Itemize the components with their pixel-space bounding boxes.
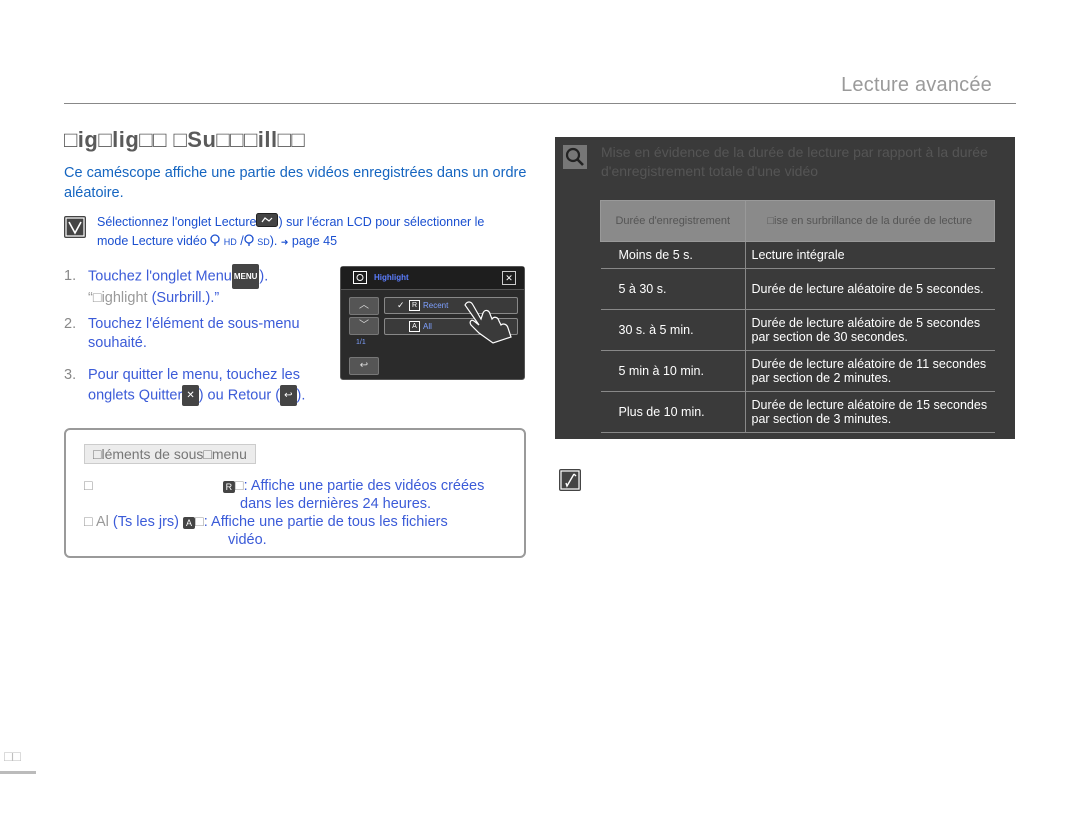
lcd-item-recent-label: Recent [423,301,449,310]
info-panel: Mise en évidence de la durée de lecture … [555,137,1015,439]
submenu-item-all-desc2: vidéo. [228,532,267,548]
step-2-line2: souhaité. [88,335,147,351]
page-header-title: Lecture avancée [841,74,992,96]
note-line2-b: ). [269,234,278,249]
check-icon: ✓ [397,300,405,310]
lcd-up-button[interactable]: ︿ [349,297,379,315]
step-3-line2-a: onglets Quitter [88,387,183,404]
separator: □ [234,478,244,494]
section-intro: Ce caméscope affiche une partie des vidé… [64,165,527,201]
page-number-bar [0,771,36,774]
step-1-highlight-label: “□ighlight [88,290,148,306]
magnifier-icon [563,145,587,169]
all-badge-icon: A [409,321,420,332]
lcd-page-indicator: 1/1 [356,339,366,346]
header-divider [64,103,1016,104]
memo-pen-icon [559,469,581,491]
table-header-highlight: □ise en surbrillance de la durée de lect… [744,200,995,242]
submenu-item-recent: □ R □: Affiche une partie des vidéos créé… [84,477,484,513]
note-line1-b: ) sur l'écran LCD pour sélectionner le [278,215,485,229]
step-2-text: Touchez l'élément de sous-menu [88,316,300,332]
step-3-text: Pour quitter le menu, touchez les [88,367,300,383]
table-row: Plus de 10 min. Durée de lecture aléatoi… [600,391,995,433]
play-mode-icon [353,271,367,289]
submenu-item-all-label: (Ts les jrs) [112,514,179,530]
table-cell: Durée de lecture aléatoire de 5 secondes… [745,309,995,351]
all-badge-icon: A [183,517,196,529]
exit-icon: ✕ [182,385,199,406]
section-title: □ig□lig□□ □Su□□□ill□□ [64,127,306,152]
table-cell: Plus de 10 min. [600,391,746,433]
hd-label: HD [223,237,237,248]
step-3-line2-b: ) ou Retour ( [198,387,281,404]
step-1-text-b: ). [259,268,269,285]
lcd-screen-illustration: Highlight ✕ ︿ ﹀ 1/1 ↩ ✓ R Recent A All [340,266,525,380]
step-number: 2. [64,316,77,332]
menu-button-icon: MENU [231,264,260,289]
sd-label: SD [257,237,270,248]
submenu-item-all-desc: : Affiche une partie de tous les fichier… [203,514,448,530]
recent-badge-icon: R [222,481,235,493]
panel-title: Mise en évidence de la durée de lecture … [601,144,988,179]
step-number: 3. [64,367,77,383]
table-cell: Moins de 5 s. [600,241,746,269]
submenu-item-all: □ Al (Ts les jrs) A □: Affiche une partie… [84,513,448,549]
table-cell: 5 à 30 s. [600,268,746,310]
step-3-line2-c: ). [296,387,306,404]
separator: □ [195,514,204,530]
arrow-right-icon: ➜ [280,236,289,247]
lcd-title-bar: Highlight ✕ [341,267,524,290]
lcd-down-button[interactable]: ﹀ [349,317,379,335]
submenu-items-box: □léments de sous□menu □ R □: Affiche une … [64,428,526,558]
table-row: 30 s. à 5 min. Durée de lecture aléatoir… [600,309,995,351]
video-sd-icon [244,233,254,251]
recent-badge-icon: R [409,300,420,311]
table-row: Moins de 5 s. Lecture intégrale [600,241,995,269]
lcd-return-button[interactable]: ↩ [349,357,379,375]
lcd-item-all-label: All [423,322,432,331]
step-number: 1. [64,268,77,285]
page-reference: page 45 [291,234,338,249]
duration-table: Durée d'enregistrement □ise en surbrilla… [600,200,995,433]
submenu-item-all-prefix: □ Al [84,514,109,530]
table-cell: Durée de lecture aléatoire de 11 seconde… [745,350,995,392]
table-row: 5 à 30 s. Durée de lecture aléatoire de … [600,268,995,310]
step-1: 1. Touchez l'onglet Menu MENU). “□ighlight… [64,264,268,308]
step-3: 3. Pour quitter le menu, touchez les ongl… [64,366,305,406]
table-cell: Durée de lecture aléatoire de 15 seconde… [745,391,995,433]
table-cell: Lecture intégrale [745,241,995,269]
lcd-close-icon[interactable]: ✕ [502,271,516,285]
submenu-heading: □léments de sous□menu [84,444,256,464]
checkmark-note-icon [64,216,86,238]
submenu-item-recent-desc2: dans les dernières 24 heures. [240,496,432,512]
table-cell: 5 min à 10 min. [600,350,746,392]
touch-hand-icon [464,301,512,344]
step-1-text: Touchez l'onglet Menu [88,268,232,285]
bullet: □ [84,478,93,494]
submenu-item-recent-desc: : Affiche une partie des vidéos créées [243,478,485,494]
page-number: □□ [4,748,21,764]
note-line1-a: Sélectionnez l'onglet Lecture [97,215,257,229]
lcd-title: Highlight [374,273,409,282]
note-text: Sélectionnez l'onglet Lecture ) sur l'écr… [97,213,537,251]
step-1-line2: (Surbrill.).” [147,290,220,306]
table-header-duration: Durée d'enregistrement [600,200,746,242]
return-icon: ↩ [280,385,297,406]
playback-tab-icon [256,213,279,232]
table-row: 5 min à 10 min. Durée de lecture aléatoi… [600,350,995,392]
video-hd-icon [210,233,220,251]
table-cell: 30 s. à 5 min. [600,309,746,351]
step-2: 2. Touchez l'élément de sous-menu souhait… [64,315,300,353]
note-line2-a: mode Lecture vidéo [97,234,207,249]
table-cell: Durée de lecture aléatoire de 5 secondes… [745,268,995,310]
